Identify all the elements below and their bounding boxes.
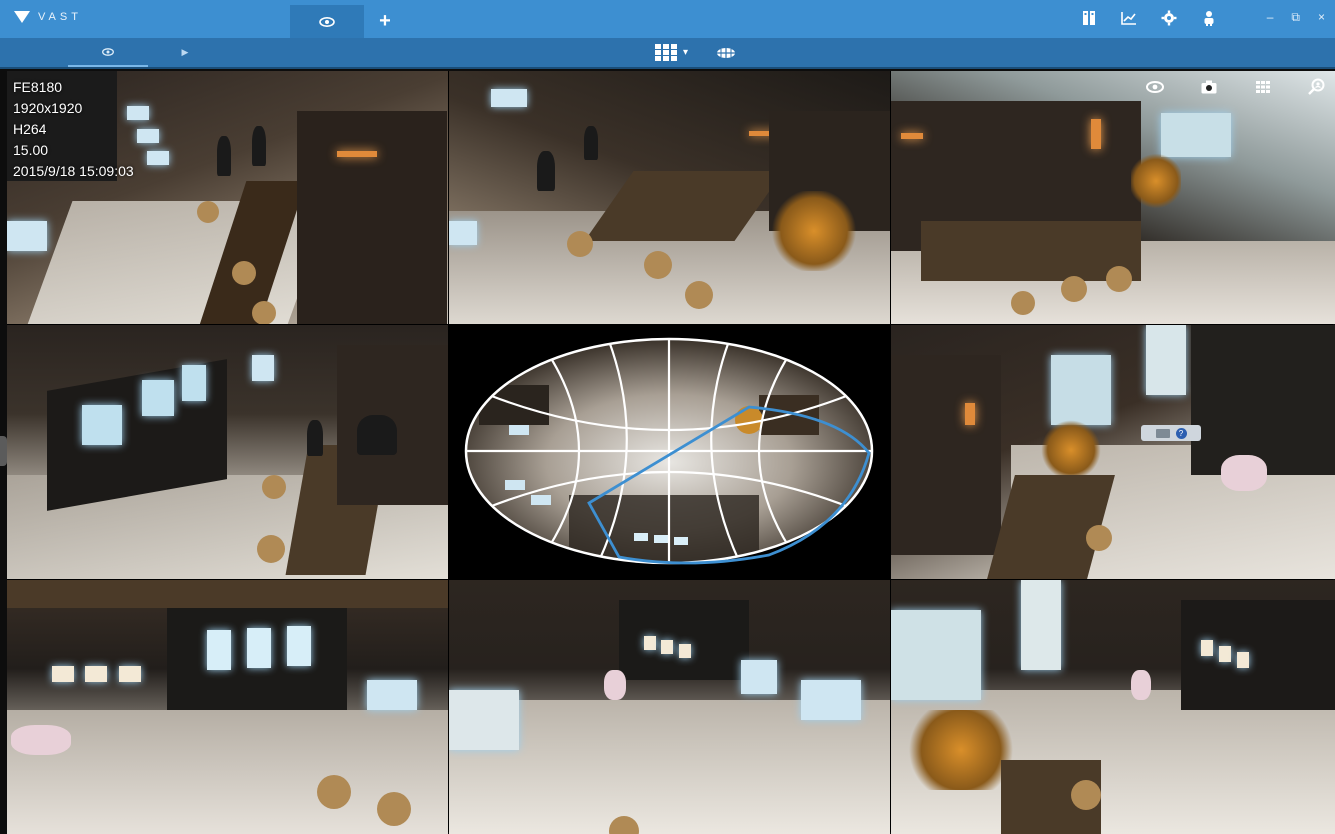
eye-icon bbox=[102, 47, 114, 56]
vast-logo: VAST bbox=[14, 11, 82, 23]
chart-icon[interactable] bbox=[1120, 9, 1138, 27]
video-frame bbox=[7, 580, 448, 834]
grid-layout-icon bbox=[655, 44, 677, 61]
video-cell-9-selected[interactable] bbox=[891, 580, 1335, 834]
video-frame bbox=[891, 325, 1335, 579]
layout-selector[interactable]: ▾ bbox=[655, 44, 688, 61]
camera-fps: 15.00 bbox=[13, 142, 49, 158]
fisheye-dewarp-grid[interactable] bbox=[449, 325, 890, 579]
video-frame bbox=[891, 580, 1335, 834]
video-frame bbox=[7, 325, 448, 579]
chevron-down-icon: ▾ bbox=[683, 47, 689, 58]
tab-liveview[interactable] bbox=[290, 5, 364, 38]
video-cell-3[interactable] bbox=[891, 71, 1335, 324]
video-cell-2[interactable] bbox=[449, 71, 890, 324]
logo-text: VAST bbox=[38, 11, 82, 23]
fisheye-dewarp-button[interactable] bbox=[716, 46, 736, 64]
camera-toolbar bbox=[1145, 77, 1327, 97]
video-cell-8[interactable] bbox=[449, 580, 890, 834]
book-icon[interactable] bbox=[1080, 9, 1098, 27]
video-grid: FE8180 1920x1920 H264 15.00 2015/9/18 15… bbox=[7, 71, 1335, 834]
camera-model: FE8180 bbox=[13, 79, 63, 95]
gear-icon[interactable] bbox=[1160, 9, 1178, 27]
fisheye-dewarp-icon bbox=[717, 48, 735, 58]
close-button[interactable]: × bbox=[1318, 10, 1325, 25]
layout-icon[interactable] bbox=[1253, 77, 1273, 97]
video-cell-7[interactable] bbox=[7, 580, 448, 834]
video-cell-4[interactable] bbox=[7, 325, 448, 579]
help-icon[interactable]: ? bbox=[1175, 427, 1187, 439]
fisheye-frame bbox=[449, 325, 890, 579]
plus-icon: + bbox=[379, 10, 391, 32]
camera-info-overlay: FE8180 1920x1920 H264 15.00 2015/9/18 15… bbox=[13, 77, 134, 182]
restore-button[interactable]: ⧉ bbox=[1291, 10, 1300, 25]
eye-icon[interactable] bbox=[1145, 77, 1165, 97]
sidebar-expand-handle[interactable] bbox=[0, 436, 7, 466]
add-tab-button[interactable]: + bbox=[370, 5, 400, 38]
subtab-liveview[interactable] bbox=[68, 38, 148, 67]
video-frame bbox=[449, 580, 890, 834]
ptz-icon bbox=[1155, 428, 1170, 438]
vast-logo-icon bbox=[14, 11, 30, 23]
camera-resolution: 1920x1920 bbox=[13, 100, 83, 116]
video-frame bbox=[449, 71, 890, 324]
video-cell-1[interactable]: FE8180 1920x1920 H264 15.00 2015/9/18 15… bbox=[7, 71, 448, 324]
view-toolbar: ▶ ▾ bbox=[0, 38, 1335, 69]
title-bar: VAST + – ⧉ × bbox=[0, 0, 1335, 38]
camera-timestamp: 2015/9/18 15:09:03 bbox=[13, 163, 134, 179]
search-icon[interactable] bbox=[1307, 77, 1327, 97]
subtab-playback[interactable]: ▶ bbox=[170, 38, 200, 67]
eye-icon bbox=[319, 16, 335, 27]
minimize-button[interactable]: – bbox=[1267, 10, 1274, 25]
video-frame bbox=[891, 71, 1335, 324]
play-icon: ▶ bbox=[181, 47, 189, 57]
video-cell-fisheye[interactable] bbox=[449, 325, 890, 579]
snapshot-icon[interactable] bbox=[1199, 77, 1219, 97]
camera-codec: H264 bbox=[13, 121, 47, 137]
video-cell-6[interactable]: ? bbox=[891, 325, 1335, 579]
ptz-control-bar[interactable]: ? bbox=[1141, 425, 1201, 441]
user-icon[interactable] bbox=[1200, 9, 1218, 27]
